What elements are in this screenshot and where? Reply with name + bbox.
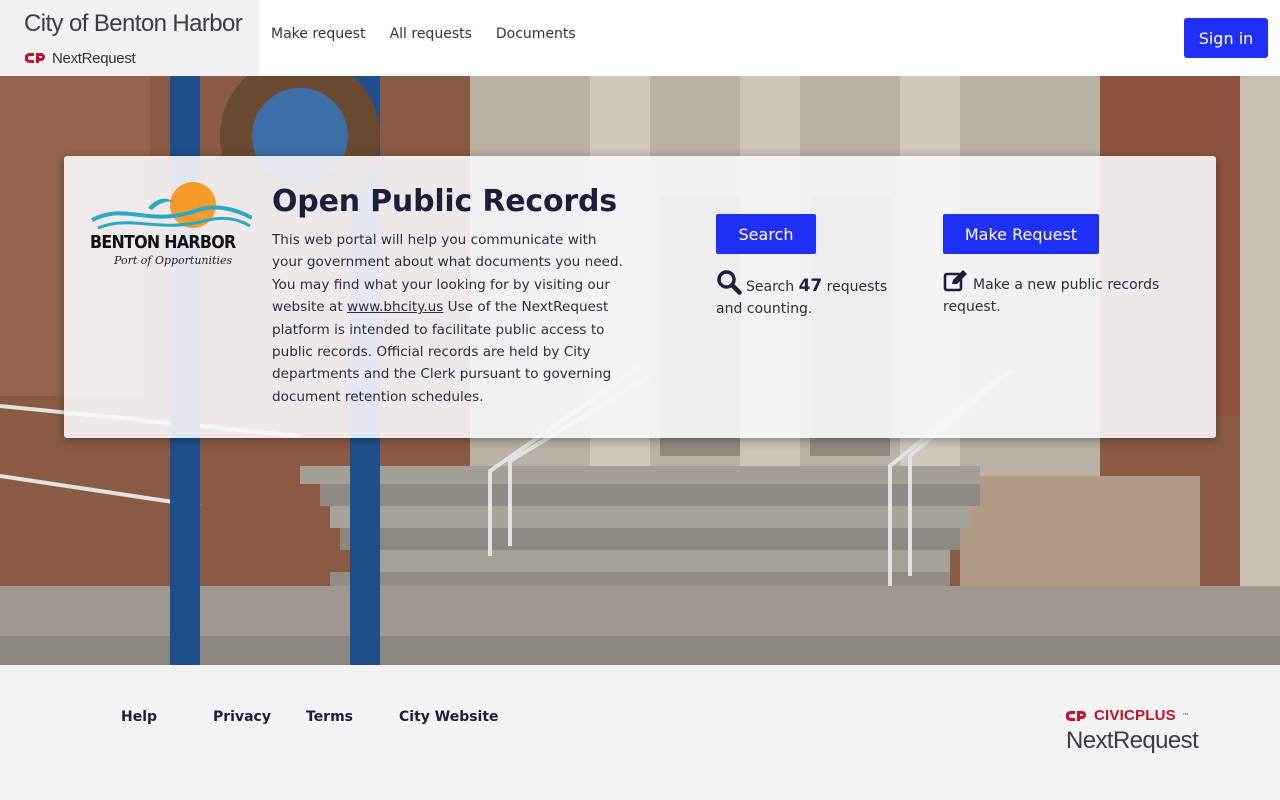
civicplus-logo-icon [25, 53, 45, 63]
make-request-button[interactable]: Make Request [943, 214, 1099, 254]
footer-privacy-link[interactable]: Privacy [213, 709, 271, 725]
footer-terms-link[interactable]: Terms [306, 709, 353, 725]
civicplus-brand: CIVICPLUS ™ [1066, 707, 1189, 724]
request-count: 47 [798, 276, 823, 296]
hero-section: BENTON HARBOR Port of Opportunities Open… [0, 76, 1280, 665]
page-footer: Help Privacy Terms City Website CIVICPLU… [0, 665, 1280, 800]
benton-harbor-logo: BENTON HARBOR Port of Opportunities [88, 178, 252, 274]
footer-city-website-link[interactable]: City Website [399, 709, 499, 725]
search-icon [717, 270, 742, 295]
civicplus-label: CIVICPLUS [1094, 707, 1176, 724]
nav-all-requests[interactable]: All requests [378, 22, 484, 46]
search-text-before: Search [746, 279, 799, 295]
search-summary: Search 47 requests and counting. [716, 269, 896, 320]
nextrequest-footer-logo: NextRequest [1066, 727, 1199, 754]
city-name[interactable]: City of Benton Harbor [24, 10, 243, 38]
sign-in-button[interactable]: Sign in [1184, 18, 1268, 58]
civicplus-logo-icon [1066, 710, 1086, 721]
footer-help-link[interactable]: Help [121, 709, 157, 725]
top-navigation-bar: City of Benton Harbor NextRequest Make r… [0, 0, 1280, 76]
logo-tagline: Port of Opportunities [114, 254, 233, 267]
logo-name: BENTON HARBOR [90, 232, 236, 253]
edit-icon [943, 270, 967, 292]
make-request-text: Make a new public records request. [943, 277, 1160, 315]
nav-make-request[interactable]: Make request [259, 22, 378, 46]
brand-block[interactable]: City of Benton Harbor NextRequest [0, 0, 259, 76]
make-request-summary: Make a new public records request. [943, 269, 1173, 318]
portal-description: This web portal will help you communicat… [272, 229, 624, 408]
platform-name: NextRequest [52, 49, 136, 67]
search-button[interactable]: Search [716, 214, 816, 254]
page-title: Open Public Records [272, 184, 617, 219]
main-nav: Make request All requests Documents [259, 22, 588, 46]
open-records-card: BENTON HARBOR Port of Opportunities Open… [64, 156, 1216, 438]
trademark-symbol: ™ [1181, 711, 1189, 720]
nav-documents[interactable]: Documents [484, 22, 588, 46]
city-website-link[interactable]: www.bhcity.us [347, 299, 443, 315]
logo-waves-icon [91, 198, 252, 230]
nextrequest-brand: NextRequest [25, 48, 136, 68]
